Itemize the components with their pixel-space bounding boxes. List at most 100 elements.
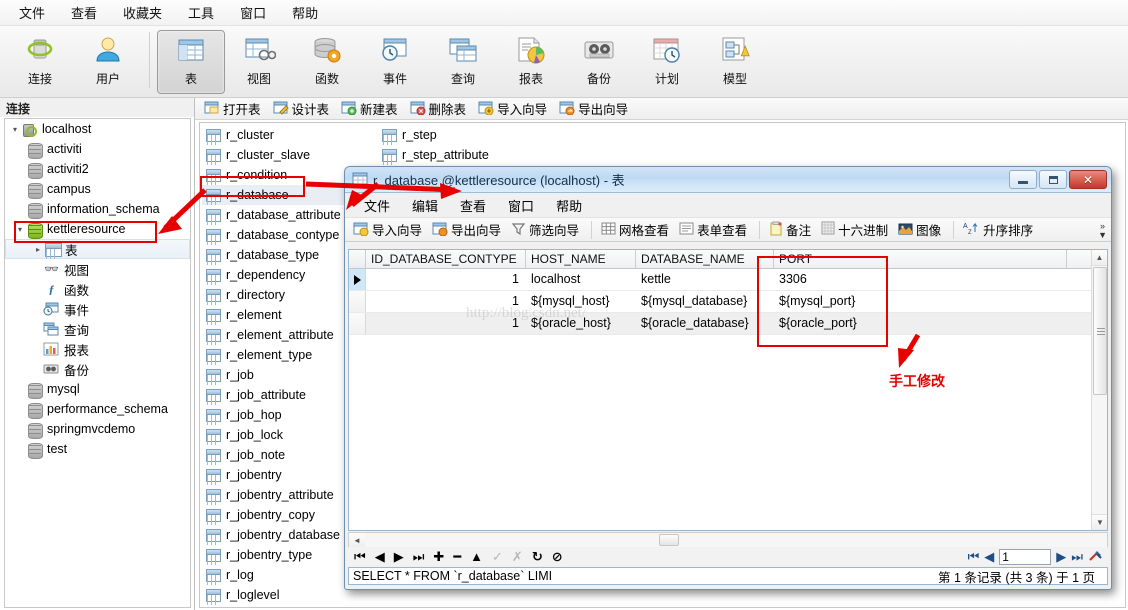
page-prev-button[interactable]: ◀ <box>984 550 994 563</box>
sidebar-item-events[interactable]: 事件 <box>5 299 190 319</box>
nav-next-button[interactable]: ▶ <box>394 550 404 563</box>
export-wizard-button[interactable]: 导出向导 <box>556 97 634 120</box>
page-first-button[interactable]: ⏮ <box>968 550 980 563</box>
scroll-left-icon[interactable]: ◄ <box>349 533 365 547</box>
tree-item-performance-schema[interactable]: performance_schema <box>5 399 190 419</box>
cell-port[interactable]: 3306 <box>774 269 1067 290</box>
nav-up-button[interactable]: ▲ <box>470 550 483 563</box>
nav-refresh-button[interactable]: ↻ <box>532 550 543 563</box>
nav-remove-button[interactable]: ━ <box>453 550 461 563</box>
maximize-button[interactable] <box>1039 170 1067 189</box>
nav-last-button[interactable]: ⏭ <box>413 550 425 563</box>
tree-item-information-schema[interactable]: information_schema <box>5 199 190 219</box>
chevron-right-icon[interactable]: ▸ <box>32 245 44 254</box>
sort-ascending-button[interactable]: AZ 升序排序 <box>960 218 1039 241</box>
cell-id-database-contype[interactable]: 1 <box>366 269 526 290</box>
grid-column-header-port[interactable]: PORT <box>774 250 1067 268</box>
tree-item-springmvcdemo[interactable]: springmvcdemo <box>5 419 190 439</box>
list-item[interactable]: r_namespace <box>202 605 377 607</box>
import-wizard-button[interactable]: 导入向导 <box>475 97 553 120</box>
page-last-button[interactable]: ⏭ <box>1071 550 1083 563</box>
toolbar-overflow-button[interactable]: » ▼ <box>1098 218 1107 243</box>
child-menu-item-window[interactable]: 窗口 <box>497 193 545 218</box>
child-menu-item-view[interactable]: 查看 <box>449 193 497 218</box>
cell-id-database-contype[interactable]: 1 <box>366 313 526 334</box>
tree-item-activiti[interactable]: activiti <box>5 139 190 159</box>
nav-cancel-button[interactable]: ✗ <box>512 550 523 563</box>
child-menu-item-edit[interactable]: 编辑 <box>401 193 449 218</box>
cell-database-name[interactable]: ${oracle_database} <box>636 313 774 334</box>
tree-item-test[interactable]: test <box>5 439 190 459</box>
toolbar-button-view[interactable]: 视图 <box>225 30 293 94</box>
open-table-button[interactable]: 打开表 <box>201 97 267 120</box>
table-row[interactable]: 1 localhost kettle 3306 <box>349 269 1107 291</box>
cell-database-name[interactable]: kettle <box>636 269 774 290</box>
row-selector[interactable] <box>349 291 366 312</box>
menu-item-file[interactable]: 文件 <box>6 0 58 25</box>
toolbar-button-table[interactable]: 表 <box>157 30 225 94</box>
child-title-bar[interactable]: r_database @kettleresource (localhost) -… <box>345 167 1111 193</box>
new-table-button[interactable]: 新建表 <box>338 97 404 120</box>
scrollbar-thumb[interactable] <box>659 534 679 546</box>
child-menu-item-file[interactable]: 文件 <box>353 193 401 218</box>
twisty-icon[interactable]: ▾ <box>9 125 21 134</box>
table-row[interactable]: 1 ${oracle_host} ${oracle_database} ${or… <box>349 313 1107 335</box>
tree-item-kettleresource[interactable]: ▾ kettleresource <box>5 219 190 239</box>
scroll-down-icon[interactable]: ▼ <box>1092 514 1107 530</box>
cell-port[interactable]: ${oracle_port} <box>774 313 1067 334</box>
toolbar-button-model[interactable]: 模型 <box>701 30 769 94</box>
toolbar-button-event[interactable]: 事件 <box>361 30 429 94</box>
page-number-input[interactable]: 1 <box>999 548 1052 565</box>
scroll-up-icon[interactable]: ▲ <box>1092 250 1107 266</box>
toolbar-button-report[interactable]: 报表 <box>497 30 565 94</box>
tools-icon[interactable] <box>1088 548 1104 566</box>
child-menu-item-help[interactable]: 帮助 <box>545 193 593 218</box>
toolbar-button-function[interactable]: 函数 <box>293 30 361 94</box>
list-item[interactable]: r_step <box>378 125 548 145</box>
row-selector[interactable] <box>349 313 366 334</box>
toolbar-button-connection[interactable]: 连接 <box>6 30 74 94</box>
menu-item-window[interactable]: 窗口 <box>227 0 279 25</box>
cell-database-name[interactable]: ${mysql_database} <box>636 291 774 312</box>
grid-column-header-database-name[interactable]: DATABASE_NAME <box>636 250 774 268</box>
scrollbar-thumb[interactable] <box>1093 267 1107 395</box>
list-item[interactable]: r_cluster_slave <box>202 145 377 165</box>
filter-wizard-button[interactable]: 筛选向导 <box>508 218 585 241</box>
minimize-button[interactable] <box>1009 170 1037 189</box>
form-view-button[interactable]: 表单查看 <box>676 218 753 241</box>
grid-horizontal-scrollbar[interactable]: ◄ <box>348 532 1108 548</box>
delete-table-button[interactable]: 删除表 <box>407 97 473 120</box>
cell-host-name[interactable]: ${oracle_host} <box>526 313 636 334</box>
twisty-icon[interactable]: ▾ <box>14 225 26 234</box>
toolbar-button-schedule[interactable]: 计划 <box>633 30 701 94</box>
note-button[interactable]: 备注 <box>766 218 817 241</box>
menu-item-view[interactable]: 查看 <box>58 0 110 25</box>
connections-tree[interactable]: ▾ localhost activiti activiti2 campus in… <box>4 118 191 608</box>
toolbar-button-query[interactable]: 查询 <box>429 30 497 94</box>
row-selector[interactable] <box>349 269 366 290</box>
tree-item-activiti2[interactable]: activiti2 <box>5 159 190 179</box>
sidebar-item-queries[interactable]: 查询 <box>5 319 190 339</box>
grid-view-button[interactable]: 网格查看 <box>598 218 675 241</box>
list-item[interactable]: r_cluster <box>202 125 377 145</box>
page-next-button[interactable]: ▶ <box>1056 550 1066 563</box>
sidebar-item-views[interactable]: 👓 视图 <box>5 259 190 279</box>
close-button[interactable]: ✕ <box>1069 170 1107 189</box>
sidebar-item-functions[interactable]: ƒ 函数 <box>5 279 190 299</box>
grid-column-header-host-name[interactable]: HOST_NAME <box>526 250 636 268</box>
nav-stop-button[interactable]: ⊘ <box>552 550 563 563</box>
cell-port[interactable]: ${mysql_port} <box>774 291 1067 312</box>
menu-item-favorites[interactable]: 收藏夹 <box>110 0 175 25</box>
design-table-button[interactable]: 设计表 <box>270 97 336 120</box>
nav-first-button[interactable]: ⏮ <box>354 550 366 563</box>
tree-item-localhost[interactable]: ▾ localhost <box>5 119 190 139</box>
cell-id-database-contype[interactable]: 1 <box>366 291 526 312</box>
sidebar-item-backups[interactable]: 备份 <box>5 359 190 379</box>
cell-host-name[interactable]: ${mysql_host} <box>526 291 636 312</box>
import-wizard-button[interactable]: 导入向导 <box>350 218 428 241</box>
tree-item-mysql[interactable]: mysql <box>5 379 190 399</box>
toolbar-button-user[interactable]: 用户 <box>74 30 142 94</box>
toolbar-button-backup[interactable]: 备份 <box>565 30 633 94</box>
table-row[interactable]: 1 ${mysql_host} ${mysql_database} ${mysq… <box>349 291 1107 313</box>
menu-item-tools[interactable]: 工具 <box>175 0 227 25</box>
